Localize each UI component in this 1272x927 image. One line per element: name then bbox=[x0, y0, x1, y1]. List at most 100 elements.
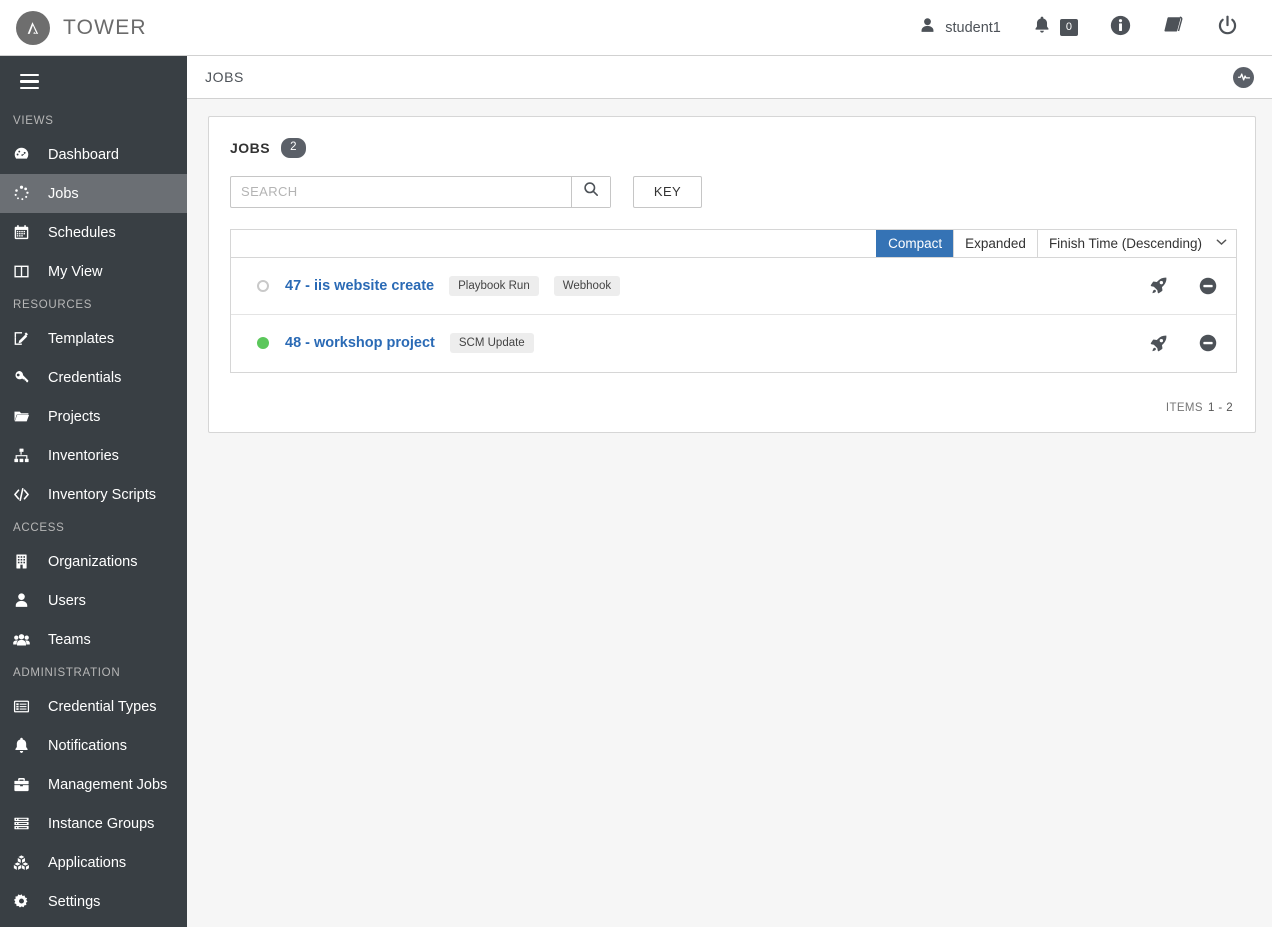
rocket-icon[interactable] bbox=[1149, 276, 1168, 295]
sidebar-item-my-view[interactable]: My View bbox=[0, 252, 187, 291]
brand[interactable]: TOWER bbox=[16, 10, 147, 45]
search-input[interactable] bbox=[231, 176, 571, 207]
gear-icon bbox=[13, 893, 41, 910]
sidebar-item-templates[interactable]: Templates bbox=[0, 319, 187, 358]
building-icon bbox=[13, 553, 41, 570]
sidebar-item-management-jobs[interactable]: Management Jobs bbox=[0, 765, 187, 804]
main-content: JOBS JOBS 2 SEARCH KEY Compact Expanded … bbox=[187, 56, 1272, 927]
sidebar-item-settings[interactable]: Settings bbox=[0, 882, 187, 921]
sidebar-item-label: Dashboard bbox=[48, 146, 119, 163]
rocket-icon[interactable] bbox=[1149, 334, 1168, 353]
table-row[interactable]: 48 - workshop project SCM Update bbox=[231, 314, 1236, 372]
view-toggle-expanded[interactable]: Expanded bbox=[953, 229, 1037, 257]
username-label: student1 bbox=[945, 19, 1001, 36]
docs-button[interactable] bbox=[1147, 0, 1201, 56]
sidebar-nav: VIEWS Dashboard Jobs Schedules My View RE… bbox=[0, 107, 187, 921]
list-alt-icon bbox=[13, 698, 41, 715]
sort-dropdown[interactable]: Finish Time (Descending) bbox=[1036, 229, 1236, 257]
sidebar-item-label: Projects bbox=[48, 408, 101, 425]
jobs-rows: 47 - iis website create Playbook Run Webho… bbox=[231, 257, 1236, 372]
key-icon bbox=[13, 369, 41, 386]
sidebar-item-label: Instance Groups bbox=[48, 815, 155, 832]
bell-icon bbox=[13, 737, 41, 754]
sidebar-item-label: Jobs bbox=[48, 185, 79, 202]
notifications-button[interactable]: 0 bbox=[1017, 0, 1094, 56]
user-icon bbox=[13, 592, 41, 609]
job-name-link[interactable]: 47 - iis website create bbox=[285, 278, 434, 294]
table-row[interactable]: 47 - iis website create Playbook Run Webho… bbox=[231, 257, 1236, 315]
sidebar-item-credentials[interactable]: Credentials bbox=[0, 358, 187, 397]
pencil-square-icon bbox=[13, 330, 41, 347]
status-badge bbox=[257, 279, 269, 292]
view-toggle-compact[interactable]: Compact bbox=[876, 229, 954, 257]
sidebar-item-teams[interactable]: Teams bbox=[0, 620, 187, 659]
sidebar-section-administration: ADMINISTRATION bbox=[13, 667, 121, 680]
jobs-card-title: JOBS bbox=[230, 139, 271, 156]
sidebar-item-label: Teams bbox=[48, 631, 91, 648]
book-icon bbox=[1163, 15, 1185, 40]
sidebar-section-resources: RESOURCES bbox=[13, 299, 93, 312]
circle-minus-icon[interactable] bbox=[1198, 276, 1218, 296]
sidebar-item-notifications[interactable]: Notifications bbox=[0, 726, 187, 765]
cubes-icon bbox=[13, 854, 41, 871]
sort-dropdown-label: Finish Time (Descending) bbox=[1048, 235, 1202, 251]
items-footer: ITEMS 1 - 2 bbox=[1166, 402, 1233, 414]
sidebar-item-projects[interactable]: Projects bbox=[0, 397, 187, 436]
breadcrumb-bar: JOBS bbox=[187, 56, 1272, 99]
sidebar-item-label: Schedules bbox=[48, 224, 116, 241]
header-actions: student1 0 bbox=[903, 0, 1254, 56]
items-range: 1 - 2 bbox=[1207, 402, 1233, 414]
activity-pulse-icon[interactable] bbox=[1233, 66, 1254, 88]
briefcase-icon bbox=[13, 776, 41, 793]
jobs-count-badge: 2 bbox=[281, 138, 306, 158]
search-box bbox=[230, 175, 611, 208]
job-type-tag[interactable]: Webhook bbox=[553, 275, 621, 296]
bell-icon bbox=[1033, 16, 1051, 40]
current-user[interactable]: student1 bbox=[903, 0, 1017, 56]
sidebar-item-applications[interactable]: Applications bbox=[0, 843, 187, 882]
jobs-list: Compact Expanded Finish Time (Descending… bbox=[230, 228, 1237, 373]
notification-count-badge: 0 bbox=[1059, 18, 1078, 37]
power-icon bbox=[1217, 15, 1238, 41]
sidebar-item-dashboard[interactable]: Dashboard bbox=[0, 135, 187, 174]
sidebar-section-access: ACCESS bbox=[13, 522, 65, 535]
circle-minus-icon[interactable] bbox=[1198, 333, 1218, 353]
info-circle-icon bbox=[1110, 15, 1131, 41]
sitemap-icon bbox=[13, 447, 41, 464]
sidebar-item-schedules[interactable]: Schedules bbox=[0, 213, 187, 252]
sidebar-item-label: Applications bbox=[48, 854, 127, 871]
sidebar-item-inventories[interactable]: Inventories bbox=[0, 436, 187, 475]
key-button[interactable]: KEY bbox=[633, 175, 702, 208]
search-submit-button[interactable] bbox=[571, 176, 610, 207]
sidebar-toggle-icon[interactable] bbox=[0, 56, 187, 107]
sidebar-item-label: Organizations bbox=[48, 553, 138, 570]
sidebar-item-users[interactable]: Users bbox=[0, 581, 187, 620]
sidebar-item-organizations[interactable]: Organizations bbox=[0, 542, 187, 581]
job-name-link[interactable]: 48 - workshop project bbox=[285, 335, 435, 351]
items-label: ITEMS bbox=[1165, 402, 1203, 414]
chevron-down-icon bbox=[1216, 238, 1227, 249]
folder-icon bbox=[13, 408, 41, 425]
sidebar-item-label: Templates bbox=[48, 330, 115, 347]
sidebar-section-views: VIEWS bbox=[13, 115, 54, 128]
sidebar-item-label: Credentials bbox=[48, 369, 122, 386]
sidebar: VIEWS Dashboard Jobs Schedules My View RE… bbox=[0, 56, 187, 927]
job-type-tag[interactable]: Playbook Run bbox=[449, 275, 539, 296]
user-icon bbox=[919, 17, 936, 39]
jobs-card: JOBS 2 KEY Compact bbox=[208, 116, 1256, 433]
ansible-logo-icon bbox=[16, 10, 50, 45]
columns-icon bbox=[13, 263, 41, 280]
sidebar-item-label: Settings bbox=[48, 893, 101, 910]
sidebar-item-instance-groups[interactable]: Instance Groups bbox=[0, 804, 187, 843]
sidebar-item-credential-types[interactable]: Credential Types bbox=[0, 687, 187, 726]
logout-button[interactable] bbox=[1201, 0, 1254, 56]
row-actions bbox=[1149, 333, 1218, 353]
sidebar-item-jobs[interactable]: Jobs bbox=[0, 174, 187, 214]
users-group-icon bbox=[13, 631, 41, 648]
brand-text: TOWER bbox=[63, 15, 147, 39]
job-type-tag[interactable]: SCM Update bbox=[449, 333, 534, 354]
info-button[interactable] bbox=[1094, 0, 1147, 56]
sidebar-item-inventory-scripts[interactable]: Inventory Scripts bbox=[0, 475, 187, 514]
sidebar-item-label: Inventory Scripts bbox=[48, 486, 156, 503]
